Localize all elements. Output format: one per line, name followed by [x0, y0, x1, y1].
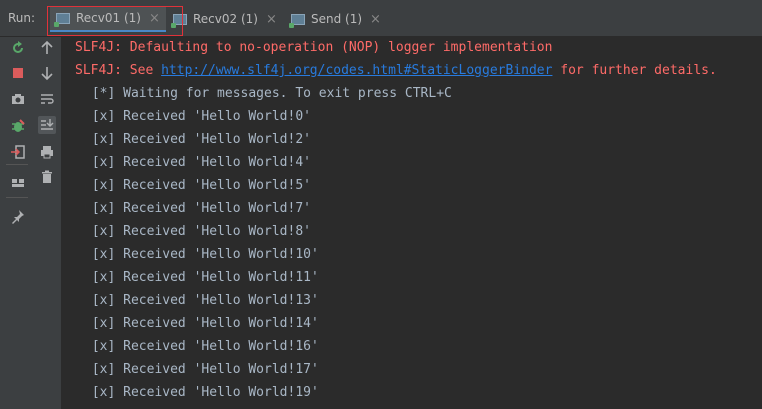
output-line: [x] Received 'Hello World!13': [84, 293, 319, 308]
close-icon[interactable]: ×: [370, 12, 381, 27]
debug-icon[interactable]: [9, 117, 27, 135]
error-text: SLF4J: See: [75, 63, 162, 78]
run-tab-bar: Run: Recv01 (1) × Recv02 (1) × Send (1) …: [0, 0, 762, 37]
exit-icon[interactable]: [9, 143, 27, 161]
trash-icon[interactable]: [38, 168, 56, 186]
up-arrow-icon[interactable]: [38, 39, 56, 57]
output-line: [x] Received 'Hello World!14': [84, 316, 319, 331]
console-run-icon: [289, 13, 305, 28]
output-line: [x] Received 'Hello World!4': [84, 155, 311, 170]
output-line: [x] Received 'Hello World!2': [84, 132, 311, 147]
tab-label: Recv02 (1): [193, 12, 258, 26]
output-line: [x] Received 'Hello World!16': [84, 339, 319, 354]
error-line: SLF4J: See http://www.slf4j.org/codes.ht…: [75, 62, 717, 80]
output-line: [x] Received 'Hello World!7': [84, 201, 311, 216]
console-output[interactable]: SLF4J: Defaulting to no-operation (NOP) …: [62, 37, 762, 409]
print-icon[interactable]: [38, 143, 56, 161]
output-line: [x] Received 'Hello World!10': [84, 247, 319, 262]
console-run-icon: [171, 13, 187, 28]
error-text: for further details.: [552, 63, 717, 78]
console-run-icon: [54, 12, 70, 27]
close-icon[interactable]: ×: [149, 11, 160, 26]
down-arrow-icon[interactable]: [38, 64, 56, 82]
soft-wrap-icon[interactable]: [38, 90, 56, 108]
toolbar-divider: [6, 197, 28, 198]
output-line: [x] Received 'Hello World!0': [84, 109, 311, 124]
tab-send[interactable]: Send (1) ×: [285, 6, 387, 32]
run-label: Run:: [8, 11, 36, 25]
camera-icon[interactable]: [9, 90, 27, 108]
close-icon[interactable]: ×: [266, 12, 277, 27]
tab-recv02[interactable]: Recv02 (1) ×: [167, 6, 283, 32]
error-line: SLF4J: Defaulting to no-operation (NOP) …: [75, 40, 553, 55]
toolbar-divider: [6, 164, 28, 165]
scroll-to-end-icon[interactable]: [38, 116, 56, 134]
rerun-icon[interactable]: [9, 39, 27, 57]
output-line: [x] Received 'Hello World!17': [84, 362, 319, 377]
run-toolbar: [0, 37, 36, 409]
tab-label: Send (1): [311, 12, 363, 26]
output-line: [*] Waiting for messages. To exit press …: [84, 86, 452, 101]
layout-icon[interactable]: [9, 174, 27, 192]
console-toolbar: [35, 37, 62, 409]
output-line: [x] Received 'Hello World!8': [84, 224, 311, 239]
output-line: [x] Received 'Hello World!19': [84, 385, 319, 400]
output-line: [x] Received 'Hello World!11': [84, 270, 319, 285]
stop-icon[interactable]: [9, 64, 27, 82]
output-line: [x] Received 'Hello World!5': [84, 178, 311, 193]
tab-label: Recv01 (1): [76, 11, 141, 25]
docs-link[interactable]: http://www.slf4j.org/codes.html#StaticLo…: [161, 63, 552, 78]
pin-icon[interactable]: [9, 207, 27, 225]
tab-recv01[interactable]: Recv01 (1) ×: [50, 6, 166, 32]
